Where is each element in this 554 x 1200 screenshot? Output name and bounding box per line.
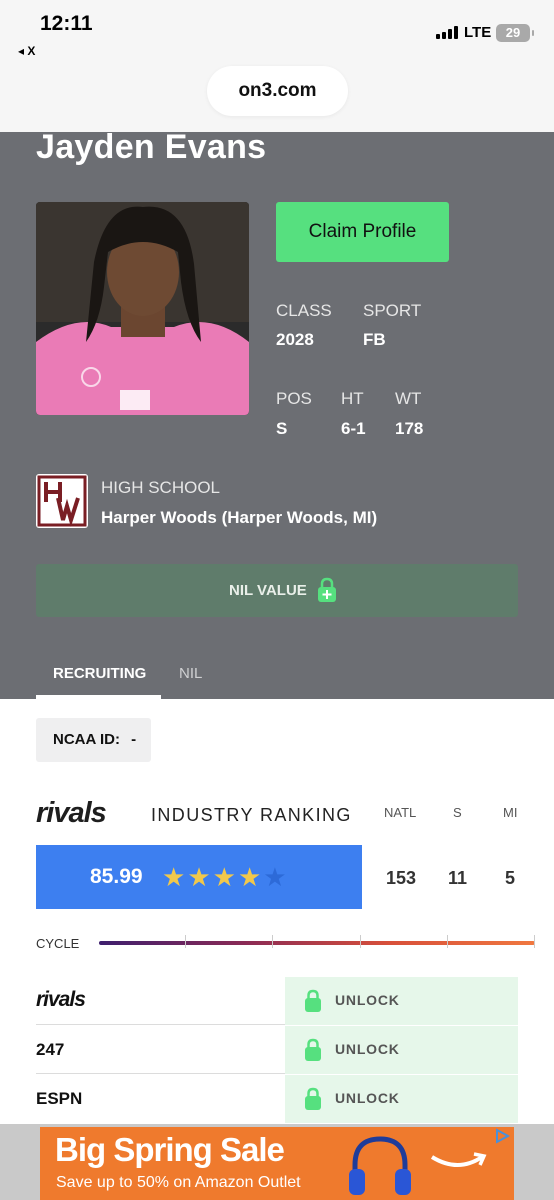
high-school-label: HIGH SCHOOL xyxy=(101,478,221,497)
class-label: CLASS xyxy=(276,301,332,320)
cycle-timeline xyxy=(99,941,535,945)
network-type: LTE xyxy=(464,24,492,41)
cycle-tick xyxy=(360,935,361,948)
star-icon: ★ xyxy=(212,862,238,892)
natl-column-header: NATL xyxy=(384,805,417,820)
star-icon: ★ xyxy=(237,862,264,892)
state-column-header: S xyxy=(453,805,462,820)
signal-icon xyxy=(436,26,458,39)
service-name: ESPN xyxy=(36,1089,83,1108)
lock-icon xyxy=(305,1038,321,1061)
cycle-tick xyxy=(185,935,186,948)
height-value: 6-1 xyxy=(341,419,366,438)
headphones-icon xyxy=(349,1136,411,1195)
lock-icon xyxy=(305,1087,321,1110)
service-name: rivals xyxy=(36,988,86,1011)
pos-label: POS xyxy=(276,389,312,408)
star-icon: ★ xyxy=(187,862,213,892)
status-bar: 12:11 ◂ X LTE 29 xyxy=(0,0,554,62)
height-label: HT xyxy=(341,389,364,408)
service-name: 247 xyxy=(36,1040,65,1059)
weight-value: 178 xyxy=(395,419,424,438)
browser-bar: on3.com xyxy=(0,62,554,132)
player-profile-header: Jayden Evans Claim Profile CLASS 2028 SP… xyxy=(0,128,554,699)
back-to-app-link[interactable]: ◂ X xyxy=(18,44,35,58)
unlock-label: UNLOCK xyxy=(335,1090,400,1106)
mi-column-header: MI xyxy=(503,805,518,820)
class-value: 2028 xyxy=(276,330,314,349)
natl-rank-value: 153 xyxy=(386,868,417,888)
tab-recruiting[interactable]: RECRUITING xyxy=(53,665,146,682)
lock-icon xyxy=(318,577,336,602)
service-row-247: 247 UNLOCK xyxy=(36,1026,518,1074)
sport-value: FB xyxy=(363,330,386,349)
ad-container: Big Spring Sale Save up to 50% on Amazon… xyxy=(0,1124,554,1200)
battery-icon: 29 xyxy=(496,24,534,42)
sport-label: SPORT xyxy=(363,301,422,320)
nil-value-bar[interactable]: NIL VALUE xyxy=(36,564,518,617)
lock-icon xyxy=(305,989,321,1012)
ad-banner[interactable]: Big Spring Sale Save up to 50% on Amazon… xyxy=(40,1127,514,1200)
ncaa-id-value: - xyxy=(131,731,137,748)
cycle-label: CYCLE xyxy=(36,936,80,951)
nil-value-label: NIL VALUE xyxy=(229,582,307,599)
amazon-smile-icon xyxy=(430,1152,487,1167)
cycle-tick xyxy=(272,935,273,948)
cycle-tick xyxy=(447,935,448,948)
ncaa-id-label: NCAA ID: xyxy=(53,731,120,748)
high-school-name[interactable]: Harper Woods (Harper Woods, MI) xyxy=(101,508,377,528)
claim-profile-button[interactable]: Claim Profile xyxy=(276,202,449,262)
ad-subtitle: Save up to 50% on Amazon Outlet xyxy=(56,1174,301,1191)
unlock-button[interactable]: UNLOCK xyxy=(285,1075,518,1123)
active-tab-indicator xyxy=(36,695,161,699)
adchoices-icon[interactable] xyxy=(494,1128,510,1144)
cycle-tick xyxy=(534,935,535,948)
rivals-logo: rivals xyxy=(36,797,107,829)
player-name: Jayden Evans xyxy=(36,128,267,166)
unlock-button[interactable]: UNLOCK xyxy=(285,977,518,1025)
player-photo xyxy=(36,202,249,415)
tab-nil[interactable]: NIL xyxy=(179,665,202,682)
school-logo[interactable] xyxy=(36,474,88,528)
url-field[interactable]: on3.com xyxy=(207,66,348,116)
mi-rank-value: 5 xyxy=(505,868,516,888)
pos-value: S xyxy=(276,419,288,438)
unlock-button[interactable]: UNLOCK xyxy=(285,1026,518,1074)
star-empty-icon: ★ xyxy=(263,862,289,892)
state-rank-value: 11 xyxy=(448,868,468,888)
service-row-rivals: rivals UNLOCK xyxy=(36,977,518,1025)
star-rating: ★★★★★ xyxy=(162,863,289,891)
rating-box: 85.99 ★★★★★ xyxy=(36,845,362,909)
ncaa-id-badge: NCAA ID: - xyxy=(36,718,151,762)
industry-ranking-title: INDUSTRY RANKING xyxy=(151,805,352,825)
unlock-label: UNLOCK xyxy=(335,1041,400,1057)
unlock-label: UNLOCK xyxy=(335,992,400,1008)
weight-label: WT xyxy=(395,389,422,408)
rating-value: 85.99 xyxy=(90,865,143,888)
star-icon: ★ xyxy=(162,862,188,892)
clock: 12:11 xyxy=(40,12,93,35)
ad-title: Big Spring Sale xyxy=(55,1131,285,1168)
service-row-espn: ESPN UNLOCK xyxy=(36,1075,518,1123)
